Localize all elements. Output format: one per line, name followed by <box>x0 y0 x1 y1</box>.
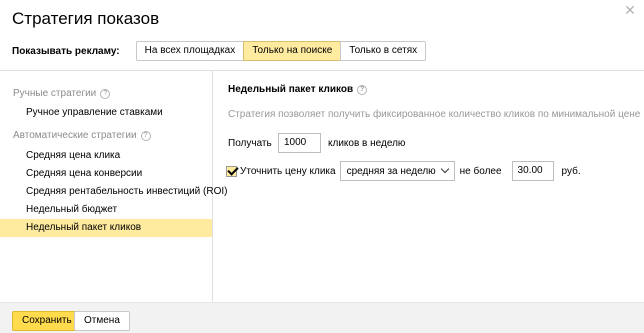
strategy-sidebar: Ручные стратегии ? Ручное управление ста… <box>0 71 227 302</box>
price-mode-value: средняя за неделю <box>346 165 436 177</box>
section-title: Недельный пакет кликов ? <box>228 84 368 95</box>
manual-strategies-label: Ручные стратегии <box>13 88 97 99</box>
chevron-down-icon <box>440 164 449 174</box>
dialog-footer: Сохранить Отмена <box>0 302 644 333</box>
sidebar-item-weekly-click-package[interactable]: Недельный пакет кликов <box>0 219 212 237</box>
get-label: Получать <box>228 137 272 149</box>
strategy-description: Стратегия позволяет получить фиксированн… <box>228 109 641 120</box>
show-ads-segmented-control: На всех площадках Только на поиске Тольк… <box>135 41 427 61</box>
price-mode-select[interactable]: средняя за неделю <box>339 161 455 181</box>
show-ads-label: Показывать рекламу: <box>12 45 120 57</box>
close-icon[interactable]: ✕ <box>624 3 636 17</box>
auto-strategies-label: Автоматические стратегии <box>13 130 137 141</box>
clicks-per-week-input[interactable]: 1000 <box>278 133 321 153</box>
sidebar-item-avg-roi[interactable]: Средняя рентабельность инвестиций (ROI) <box>0 183 227 201</box>
refine-price-label[interactable]: Уточнить цену клика <box>240 166 336 177</box>
sidebar-item-manual-bids[interactable]: Ручное управление ставками <box>0 104 212 122</box>
option-all-placements[interactable]: На всех площадках <box>135 41 244 61</box>
sidebar-item-avg-conversion-price[interactable]: Средняя цена конверсии <box>0 165 212 183</box>
clicks-row: Получать 1000 кликов в неделю <box>228 133 405 153</box>
help-icon[interactable]: ? <box>100 88 111 99</box>
max-price-input[interactable]: 30.00 <box>511 161 554 181</box>
dialog-title: Стратегия показов <box>12 9 160 28</box>
help-icon[interactable]: ? <box>140 130 151 141</box>
cancel-button[interactable]: Отмена <box>74 311 130 331</box>
strategy-dialog: ✕ Стратегия показов Показывать рекламу: … <box>0 0 644 333</box>
show-ads-row: Показывать рекламу: На всех площадках То… <box>12 41 427 61</box>
option-networks-only[interactable]: Только в сетях <box>340 41 427 61</box>
strategy-settings-panel: Недельный пакет кликов ? Стратегия позво… <box>214 71 644 302</box>
refine-price-checkbox[interactable] <box>226 165 237 177</box>
clicks-suffix: кликов в неделю <box>328 137 406 149</box>
manual-strategies-heading: Ручные стратегии ? <box>13 88 111 99</box>
auto-strategies-heading: Автоматические стратегии ? <box>13 130 151 141</box>
option-search-only[interactable]: Только на поиске <box>243 41 341 61</box>
save-button[interactable]: Сохранить <box>12 311 82 331</box>
max-label: не более <box>459 165 502 177</box>
help-icon[interactable]: ? <box>357 84 368 95</box>
section-title-text: Недельный пакет кликов <box>228 84 354 95</box>
sidebar-item-weekly-budget[interactable]: Недельный бюджет <box>0 201 212 219</box>
refine-price-row: Уточнить цену клика средняя за неделю не… <box>226 161 581 181</box>
currency-label: руб. <box>561 165 581 177</box>
sidebar-item-avg-click-price[interactable]: Средняя цена клика <box>0 147 212 165</box>
